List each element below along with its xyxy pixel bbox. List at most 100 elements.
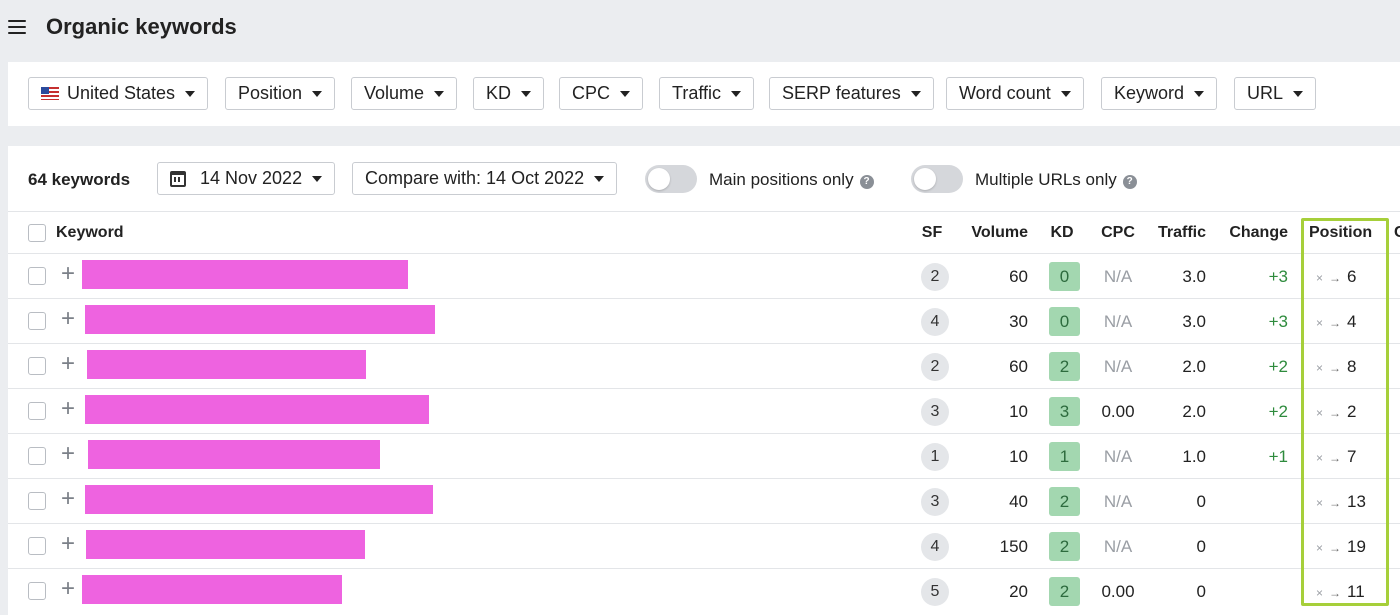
filter-traffic[interactable]: Traffic [659, 77, 755, 110]
redacted-keyword[interactable] [87, 350, 366, 379]
change-cell: +1 [1268, 447, 1288, 466]
position-cell: × → 13 [1316, 492, 1366, 512]
row-checkbox[interactable] [28, 492, 46, 510]
filter-volume[interactable]: Volume [351, 77, 458, 110]
redacted-keyword[interactable] [82, 260, 408, 289]
main-positions-toggle[interactable] [645, 165, 697, 193]
col-keyword[interactable]: Keyword [56, 224, 124, 242]
position-from: × [1316, 271, 1324, 285]
row-checkbox[interactable] [28, 582, 46, 600]
page-title: Organic keywords [46, 14, 237, 39]
date-value: 14 Nov 2022 [200, 168, 303, 188]
traffic-cell: 3.0 [1182, 312, 1206, 331]
add-keyword-icon[interactable]: + [58, 487, 78, 511]
table-row[interactable]: +1 10 1 N/A 1.0 +1 × → 7 [8, 433, 1400, 478]
caret-down-icon [1194, 90, 1205, 97]
position-cell: × → 7 [1316, 447, 1356, 467]
kd-badge: 0 [1049, 307, 1080, 336]
row-checkbox[interactable] [28, 402, 46, 420]
col-sf[interactable]: SF [914, 224, 950, 242]
caret-down-icon [185, 90, 196, 97]
col-position[interactable]: Position [1309, 224, 1372, 242]
help-icon[interactable]: ? [1122, 175, 1137, 189]
change-cell: +2 [1268, 402, 1288, 421]
add-keyword-icon[interactable]: + [58, 307, 78, 331]
serp-features-badge[interactable]: 4 [921, 308, 949, 336]
filter-kd[interactable]: KD [473, 77, 545, 110]
filter-cpc[interactable]: CPC [559, 77, 644, 110]
table-row[interactable]: +5 20 2 0.00 0 × → 11 [8, 568, 1400, 613]
position-to: 2 [1347, 402, 1357, 421]
compare-dropdown[interactable]: Compare with: 14 Oct 2022 [352, 162, 618, 195]
redacted-keyword[interactable] [85, 395, 429, 424]
col-kd[interactable]: KD [1044, 224, 1080, 242]
col-cpc[interactable]: CPC [1094, 224, 1142, 242]
volume-cell: 150 [999, 537, 1028, 556]
filter-label: Word count [959, 83, 1051, 103]
multiple-urls-label: Multiple URLs only? [975, 170, 1137, 190]
serp-features-badge[interactable]: 2 [921, 353, 949, 381]
redacted-keyword[interactable] [82, 575, 342, 604]
date-picker[interactable]: 14 Nov 2022 [157, 162, 336, 195]
position-to: 13 [1347, 492, 1366, 511]
filter-keyword[interactable]: Keyword [1101, 77, 1218, 110]
cpc-cell: 0.00 [1101, 402, 1135, 421]
row-checkbox[interactable] [28, 267, 46, 285]
arrow-right-icon: → [1329, 316, 1342, 330]
change-cell: +3 [1268, 312, 1288, 331]
hamburger-icon[interactable] [8, 20, 26, 34]
table-row[interactable]: +4 30 0 N/A 3.0 +3 × → 4 [8, 298, 1400, 343]
filter-label: SERP features [782, 83, 901, 103]
row-checkbox[interactable] [28, 357, 46, 375]
add-keyword-icon[interactable]: + [58, 397, 78, 421]
row-checkbox[interactable] [28, 537, 46, 555]
position-cell: × → 19 [1316, 537, 1366, 557]
redacted-keyword[interactable] [88, 440, 380, 469]
table-row[interactable]: +3 40 2 N/A 0 × → 13 [8, 478, 1400, 523]
position-from: × [1316, 451, 1324, 465]
table-row[interactable]: +2 60 2 N/A 2.0 +2 × → 8 [8, 343, 1400, 388]
table-row[interactable]: +4 150 2 N/A 0 × → 19 [8, 523, 1400, 568]
add-keyword-icon[interactable]: + [58, 442, 78, 466]
add-keyword-icon[interactable]: + [58, 532, 78, 556]
change-cell: +2 [1268, 357, 1288, 376]
position-to: 6 [1347, 267, 1357, 286]
multiple-urls-toggle[interactable] [911, 165, 963, 193]
filter-word-count[interactable]: Word count [946, 77, 1084, 110]
traffic-cell: 1.0 [1182, 447, 1206, 466]
row-checkbox[interactable] [28, 312, 46, 330]
filter-position[interactable]: Position [225, 77, 336, 110]
row-checkbox[interactable] [28, 447, 46, 465]
serp-features-badge[interactable]: 3 [921, 488, 949, 516]
select-all-checkbox[interactable] [28, 224, 46, 242]
filter-url[interactable]: URL [1234, 77, 1317, 110]
table-row[interactable]: +3 10 3 0.00 2.0 +2 × → 2 [8, 388, 1400, 433]
filter-serp-features[interactable]: SERP features [769, 77, 934, 110]
table-row[interactable]: +2 60 0 N/A 3.0 +3 × → 6 [8, 253, 1400, 298]
traffic-cell: 2.0 [1182, 402, 1206, 421]
cpc-cell: N/A [1103, 312, 1133, 331]
add-keyword-icon[interactable]: + [58, 577, 78, 601]
filter-country[interactable]: United States [28, 77, 209, 110]
col-change[interactable]: Change [1220, 224, 1288, 242]
add-keyword-icon[interactable]: + [58, 352, 78, 376]
col-traffic[interactable]: Traffic [1148, 224, 1206, 242]
serp-features-badge[interactable]: 4 [921, 533, 949, 561]
caret-down-icon [620, 90, 631, 97]
serp-features-badge[interactable]: 1 [921, 443, 949, 471]
calendar-icon [170, 170, 186, 187]
position-cell: × → 11 [1316, 582, 1365, 602]
col-volume[interactable]: Volume [960, 224, 1028, 242]
arrow-right-icon: → [1329, 361, 1342, 375]
help-icon[interactable]: ? [859, 175, 874, 189]
position-to: 8 [1347, 357, 1357, 376]
add-keyword-icon[interactable]: + [58, 262, 78, 286]
filter-label: Keyword [1114, 83, 1185, 103]
serp-features-badge[interactable]: 3 [921, 398, 949, 426]
redacted-keyword[interactable] [86, 530, 365, 559]
serp-features-badge[interactable]: 2 [921, 263, 949, 291]
col-next[interactable]: C [1394, 224, 1400, 242]
redacted-keyword[interactable] [85, 485, 433, 514]
redacted-keyword[interactable] [85, 305, 435, 334]
serp-features-badge[interactable]: 5 [921, 578, 949, 606]
